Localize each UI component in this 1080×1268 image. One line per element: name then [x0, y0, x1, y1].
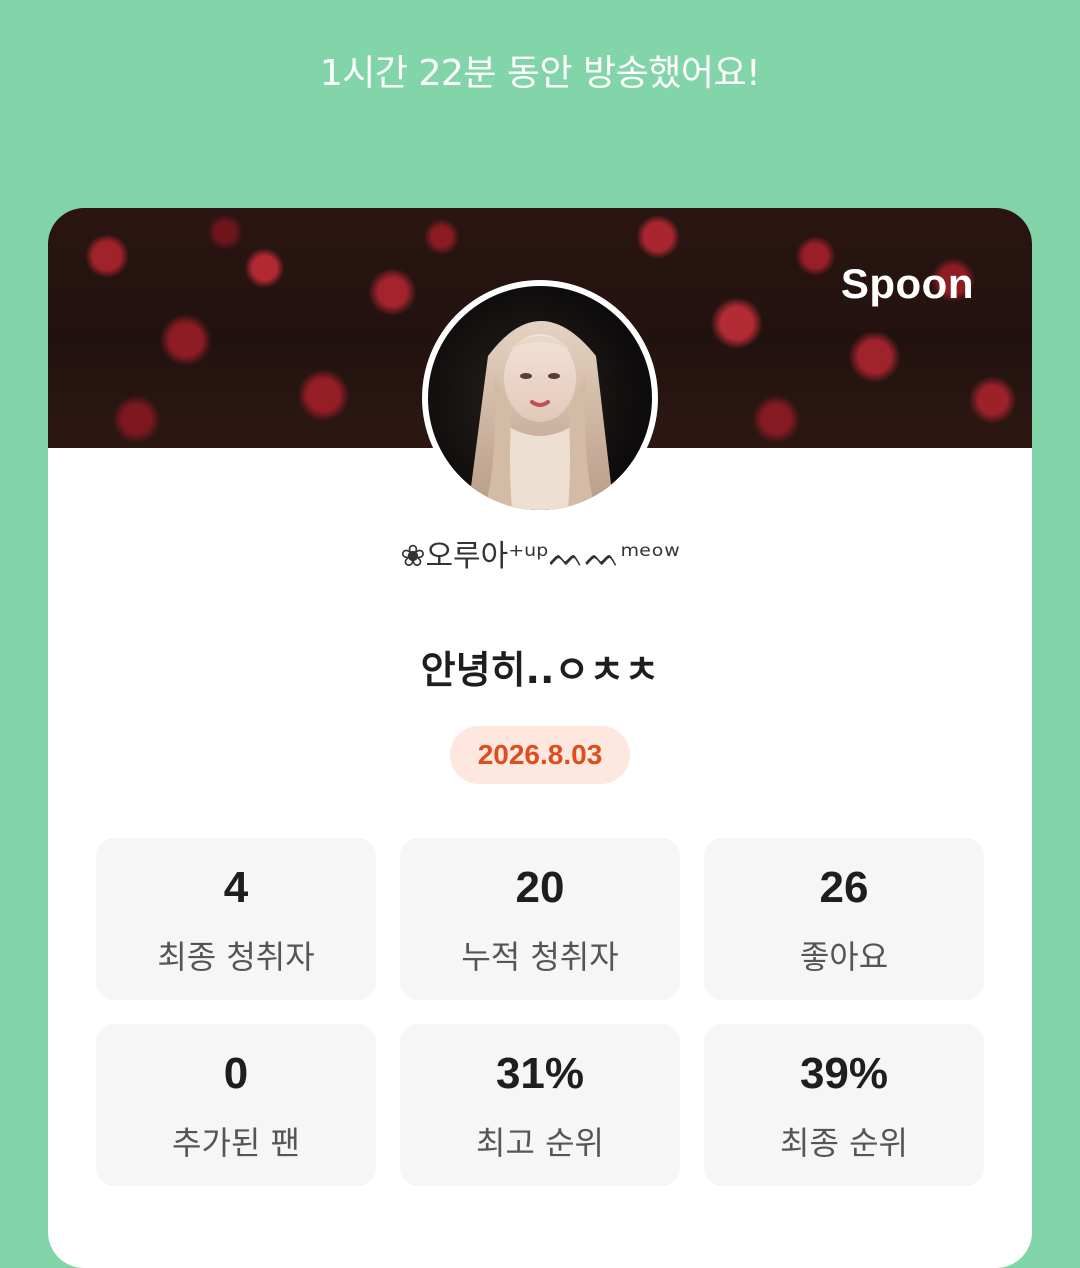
stat-value: 26 — [819, 863, 869, 912]
stat-best-rank: 31% 최고 순위 — [400, 1024, 680, 1186]
stat-label: 최고 순위 — [476, 1124, 604, 1162]
stat-final-listeners: 4 최종 청취자 — [96, 838, 376, 1000]
broadcast-summary-card: Spoon ❀오루아⁺ᵘᵖᨓᨓᵐᵉᵒʷ 안녕히..ㅇㅊㅊ 2026.8.03 4… — [48, 208, 1032, 1268]
stat-value: 4 — [223, 863, 249, 912]
broadcast-duration-text: 1시간 22분 동안 방송했어요! — [319, 53, 761, 94]
stat-label: 좋아요 — [799, 938, 889, 976]
nickname: ❀오루아⁺ᵘᵖᨓᨓᵐᵉᵒʷ — [400, 539, 680, 574]
stat-new-fans: 0 추가된 팬 — [96, 1024, 376, 1186]
avatar[interactable] — [422, 280, 658, 516]
stat-value: 31% — [495, 1049, 585, 1098]
stat-total-listeners: 20 누적 청취자 — [400, 838, 680, 1000]
stat-final-rank: 39% 최종 순위 — [704, 1024, 984, 1186]
stat-label: 최종 순위 — [780, 1124, 908, 1162]
stat-value: 39% — [799, 1049, 889, 1098]
date-badge: 2026.8.03 — [450, 726, 630, 784]
stat-label: 누적 청취자 — [461, 938, 619, 976]
stat-value: 0 — [223, 1049, 249, 1098]
spoon-logo: Spoon — [840, 260, 974, 307]
stat-likes: 26 좋아요 — [704, 838, 984, 1000]
avatar-portrait-icon — [468, 321, 614, 510]
broadcast-title: 안녕히..ㅇㅊㅊ — [420, 648, 660, 692]
stat-label: 추가된 팬 — [172, 1124, 300, 1162]
avatar-photo — [428, 286, 652, 510]
stat-label: 최종 청취자 — [157, 938, 315, 976]
stat-value: 20 — [515, 863, 565, 912]
stats-grid: 4 최종 청취자 20 누적 청취자 26 좋아요 0 추가된 팬 31% 최고… — [96, 838, 984, 1186]
